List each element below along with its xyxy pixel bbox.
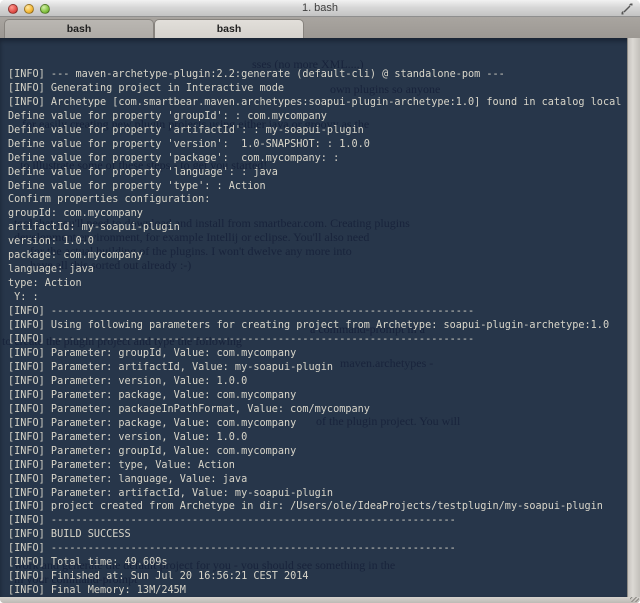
resize-arrows-icon (621, 3, 633, 15)
bottom-frame (0, 597, 640, 603)
terminal-line: [INFO] Parameter: artifactId, Value: my-… (8, 361, 334, 373)
terminal-line: [INFO] Parameter: groupId, Value: com.my… (8, 347, 297, 359)
window-title: 1. bash (301, 2, 339, 14)
terminal-line: Y: : (8, 292, 45, 304)
terminal-line: [INFO] Parameter: package, Value: com.my… (8, 417, 297, 429)
tabbar: bash bash (0, 17, 640, 38)
terminal-lines: [INFO] --- maven-archetype-plugin:2.2:ge… (8, 68, 640, 597)
terminal-line: language: java (8, 264, 94, 276)
terminal-line: [INFO] Final Memory: 13M/245M (8, 585, 186, 597)
terminal-line: type: Action (8, 278, 82, 290)
tab-bash-1[interactable]: bash (4, 19, 154, 38)
titlebar[interactable]: 1. bash (0, 0, 640, 17)
terminal-line: [INFO] Parameter: type, Value: Action (8, 459, 235, 471)
terminal-line: [INFO] BUILD SUCCESS (8, 529, 131, 541)
terminal-line: [INFO] ---------------------------------… (8, 334, 475, 346)
terminal-line: [INFO] ---------------------------------… (8, 515, 456, 527)
terminal-line: groupId: com.mycompany (8, 208, 143, 220)
terminal-line: [INFO] Parameter: groupId, Value: com.my… (8, 445, 297, 457)
terminal-line: Confirm properties configuration: (8, 194, 211, 206)
terminal-line: [INFO] Parameter: version, Value: 1.0.0 (8, 375, 248, 387)
terminal-text: [INFO] --- maven-archetype-plugin:2.2:ge… (0, 38, 640, 597)
terminal-line: Define value for property 'version': 1.0… (8, 138, 370, 150)
terminal-line: package: com.mycompany (8, 250, 143, 262)
terminal-line: Define value for property 'language': : … (8, 166, 278, 178)
tab-label: bash (216, 23, 242, 35)
terminal-window: 1. bash bash bash sses (no more XML....)… (0, 0, 640, 603)
terminal-line: [INFO] Finished at: Sun Jul 20 16:56:21 … (8, 571, 309, 583)
resize-grip[interactable] (630, 597, 639, 602)
terminal-line: [INFO] Parameter: language, Value: java (8, 473, 248, 485)
tab-bash-2[interactable]: bash (154, 19, 304, 38)
terminal-line: [INFO] ---------------------------------… (8, 306, 475, 318)
terminal-line: [INFO] Parameter: artifactId, Value: my-… (8, 487, 334, 499)
terminal-line: [INFO] Parameter: version, Value: 1.0.0 (8, 431, 248, 443)
terminal[interactable]: sses (no more XML....) own plugins so any… (0, 38, 640, 597)
fullscreen-button[interactable] (620, 2, 634, 16)
terminal-line: [INFO] Generating project in Interactive… (8, 82, 285, 94)
terminal-line: Define value for property 'type': : Acti… (8, 180, 266, 192)
terminal-line: Define value for property 'package': com… (8, 152, 346, 164)
terminal-line: [INFO] Total time: 49.609s (8, 557, 168, 569)
scrollbar[interactable] (627, 38, 640, 597)
terminal-line: artifactId: my-soapui-plugin (8, 222, 180, 234)
terminal-line: Define value for property 'groupId': : c… (8, 110, 327, 122)
terminal-line: [INFO] Archetype [com.smartbear.maven.ar… (8, 96, 622, 108)
terminal-line: [INFO] --- maven-archetype-plugin:2.2:ge… (8, 68, 505, 80)
terminal-line: [INFO] Using following parameters for cr… (8, 320, 610, 332)
terminal-line: [INFO] ---------------------------------… (8, 543, 456, 555)
terminal-line: [INFO] Parameter: package, Value: com.my… (8, 389, 297, 401)
tab-label: bash (66, 23, 92, 35)
terminal-line: version: 1.0.0 (8, 236, 94, 248)
terminal-line: [INFO] Parameter: packageInPathFormat, V… (8, 403, 370, 415)
terminal-line: Define value for property 'artifactId': … (8, 124, 364, 136)
terminal-line: [INFO] project created from Archetype in… (8, 501, 603, 513)
